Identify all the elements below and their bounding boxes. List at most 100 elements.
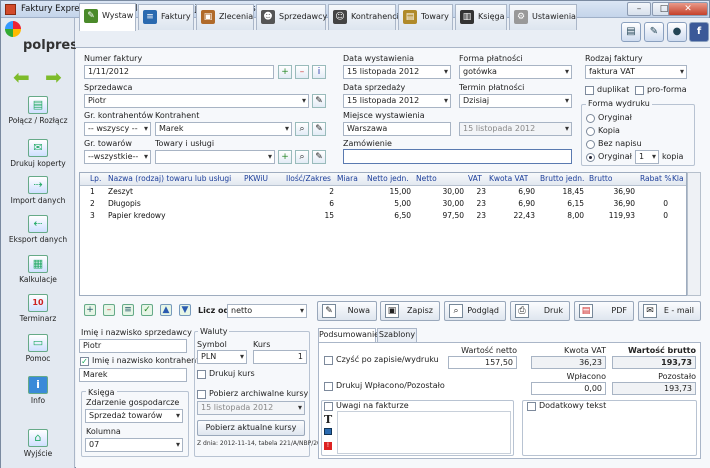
- sidebar-item-exit[interactable]: ⌂ Wyjście: [3, 429, 73, 458]
- tab-wystaw[interactable]: ✎ Wystaw: [79, 3, 136, 31]
- tab-ustawienia[interactable]: ⚙ Ustawienia: [509, 4, 577, 30]
- drukuj-wplacono-checkbox[interactable]: [324, 382, 333, 391]
- imie-kontrahenta-input[interactable]: Marek: [79, 368, 187, 382]
- tab-towary[interactable]: ▤ Towary: [398, 4, 453, 30]
- proforma-checkbox[interactable]: [635, 86, 644, 95]
- col-pkwiu[interactable]: PKWiU: [244, 173, 268, 185]
- sidebar-item-print-envelopes[interactable]: ✉ Drukuj koperty: [3, 139, 73, 168]
- back-arrow-icon[interactable]: ⬅: [13, 65, 30, 89]
- email-button[interactable]: ✉ E - mail: [638, 301, 701, 321]
- table-row[interactable]: 1 Zeszyt 2 15,00 30,00 23 6,90 18,45 36,90: [80, 186, 686, 197]
- text-format-icon[interactable]: T: [324, 413, 332, 426]
- add-item-icon[interactable]: +: [278, 150, 292, 164]
- gr-kontrahentow-select[interactable]: -- wszyscy --: [84, 122, 151, 136]
- edit-row-icon[interactable]: ≡: [122, 304, 134, 316]
- col-netto[interactable]: Netto: [416, 173, 437, 185]
- alert-icon[interactable]: !: [324, 442, 332, 450]
- facebook-icon[interactable]: f: [689, 22, 709, 42]
- archiwalne-checkbox[interactable]: [197, 390, 206, 399]
- col-kla[interactable]: Kla: [672, 173, 684, 185]
- tab-zlecenia[interactable]: ▣ Zlecenia: [196, 4, 254, 30]
- info-number-icon[interactable]: i: [312, 65, 326, 79]
- sidebar-item-import[interactable]: ⇢ Import danych: [3, 176, 73, 205]
- table-row[interactable]: 3 Papier kredowy 15 6,50 97,50 23 22,43 8,00 119…: [80, 210, 686, 221]
- sidebar-item-calculations[interactable]: ▦ Kalkulacje: [3, 255, 73, 284]
- col-nazwa[interactable]: Nazwa (rodzaj) towaru lub usługi: [108, 173, 231, 185]
- uwagi-checkbox[interactable]: [324, 402, 333, 411]
- uwagi-textarea[interactable]: [337, 411, 511, 454]
- tab-ksiega[interactable]: ▥ Księga: [455, 4, 507, 30]
- table-scrollbar[interactable]: [687, 172, 701, 296]
- data-sprzedazy-input[interactable]: 15 listopada 2012: [343, 94, 451, 108]
- table-row[interactable]: 2 Długopis 6 5,00 30,00 23 6,90 6,15 36,90 0: [80, 198, 686, 209]
- col-kwota-vat[interactable]: Kwota VAT: [489, 173, 528, 185]
- tab-podsumowanie[interactable]: Podsumowanie: [318, 328, 379, 343]
- globe-icon[interactable]: ●: [667, 22, 687, 42]
- wplacono-input[interactable]: 0,00: [531, 382, 606, 395]
- drukuj-kurs-checkbox[interactable]: [197, 370, 206, 379]
- remove-row-icon[interactable]: –: [103, 304, 115, 316]
- tab-faktury[interactable]: ≡ Faktury: [138, 4, 194, 30]
- edit-contractor-icon[interactable]: ✎: [312, 122, 326, 136]
- search-contractor-icon[interactable]: ⌕: [295, 122, 309, 136]
- radio-oryginal-plus[interactable]: [586, 153, 595, 162]
- template-icon[interactable]: ▤: [621, 22, 641, 42]
- numer-faktury-input[interactable]: 1/11/2012: [84, 65, 274, 79]
- symbol-select[interactable]: PLN: [197, 350, 247, 364]
- imie-sprzedawcy-input[interactable]: Piotr: [79, 339, 187, 353]
- close-button[interactable]: ✕: [668, 2, 708, 16]
- search-item-icon[interactable]: ⌕: [295, 150, 309, 164]
- forma-platnosci-select[interactable]: gotówka: [459, 65, 572, 79]
- sprzedawca-select[interactable]: Piotr: [84, 94, 309, 108]
- sidebar-item-calendar[interactable]: 10 Terminarz: [3, 294, 73, 323]
- licz-od-select[interactable]: netto: [227, 304, 307, 318]
- radio-bez-napisu[interactable]: [586, 140, 595, 149]
- kopia-count-select[interactable]: 1: [635, 150, 659, 164]
- edit-seller-icon[interactable]: ✎: [312, 94, 326, 108]
- czysc-checkbox[interactable]: [324, 356, 333, 365]
- sidebar-item-export[interactable]: ⇠ Eksport danych: [3, 215, 73, 244]
- dodatkowy-checkbox[interactable]: [527, 402, 536, 411]
- sidebar-item-help[interactable]: ▭ Pomoc: [3, 334, 73, 363]
- delete-number-icon[interactable]: –: [295, 65, 309, 79]
- gr-towarow-select[interactable]: --wszystkie--: [84, 150, 151, 164]
- confirm-row-icon[interactable]: ✓: [141, 304, 153, 316]
- move-up-icon[interactable]: ▲: [160, 304, 172, 316]
- pobierz-aktualne-button[interactable]: Pobierz aktualne kursy: [197, 420, 305, 436]
- radio-kopia[interactable]: [586, 127, 595, 136]
- col-vat[interactable]: VAT: [468, 173, 482, 185]
- add-row-icon[interactable]: +: [84, 304, 96, 316]
- items-table[interactable]: Lp. Nazwa (rodzaj) towaru lub usługi PKW…: [79, 172, 687, 296]
- image-icon[interactable]: [324, 428, 332, 435]
- col-brutto[interactable]: Brutto: [589, 173, 612, 185]
- kolumna-select[interactable]: 07: [85, 438, 183, 452]
- druk-button[interactable]: ⎙ Druk: [510, 301, 570, 321]
- kontrahent-select[interactable]: Marek: [155, 122, 292, 136]
- add-number-icon[interactable]: +: [278, 65, 292, 79]
- zapisz-button[interactable]: ▣ Zapisz: [380, 301, 440, 321]
- data-wystawienia-input[interactable]: 15 listopada 2012: [343, 65, 451, 79]
- col-lp[interactable]: Lp.: [90, 173, 101, 185]
- tab-sprzedawcy[interactable]: ☻ Sprzedawcy: [256, 4, 327, 30]
- col-ilosc[interactable]: Ilość/Zakres: [286, 173, 331, 185]
- imie-kontrahenta-checkbox[interactable]: ✓: [80, 357, 89, 366]
- podglad-button[interactable]: ⌕ Podgląd: [444, 301, 506, 321]
- pdf-button[interactable]: ▤ PDF: [574, 301, 634, 321]
- zamowienie-input[interactable]: [343, 149, 572, 164]
- radio-oryginal[interactable]: [586, 114, 595, 123]
- col-brutto-jedn[interactable]: Brutto jedn.: [540, 173, 584, 185]
- col-netto-jedn[interactable]: Netto jedn.: [367, 173, 409, 185]
- tab-szablony[interactable]: Szablony: [377, 328, 417, 342]
- duplikat-checkbox[interactable]: [585, 86, 594, 95]
- sidebar-item-connect[interactable]: ▤ Połącz / Rozłącz: [3, 96, 73, 125]
- zdarzenie-select[interactable]: Sprzedaż towarów: [85, 409, 183, 423]
- tab-kontrahenci[interactable]: ☺ Kontrahenci: [328, 4, 399, 30]
- kurs-input[interactable]: 1: [253, 350, 307, 364]
- move-down-icon[interactable]: ▼: [179, 304, 191, 316]
- col-miara[interactable]: Miara: [337, 173, 358, 185]
- nowa-button[interactable]: ✎ Nowa: [317, 301, 377, 321]
- col-rabat[interactable]: Rabat %: [640, 173, 671, 185]
- termin-platnosci-select[interactable]: Dzisiaj: [459, 94, 572, 108]
- edit-item-icon[interactable]: ✎: [312, 150, 326, 164]
- towary-select[interactable]: [155, 150, 275, 164]
